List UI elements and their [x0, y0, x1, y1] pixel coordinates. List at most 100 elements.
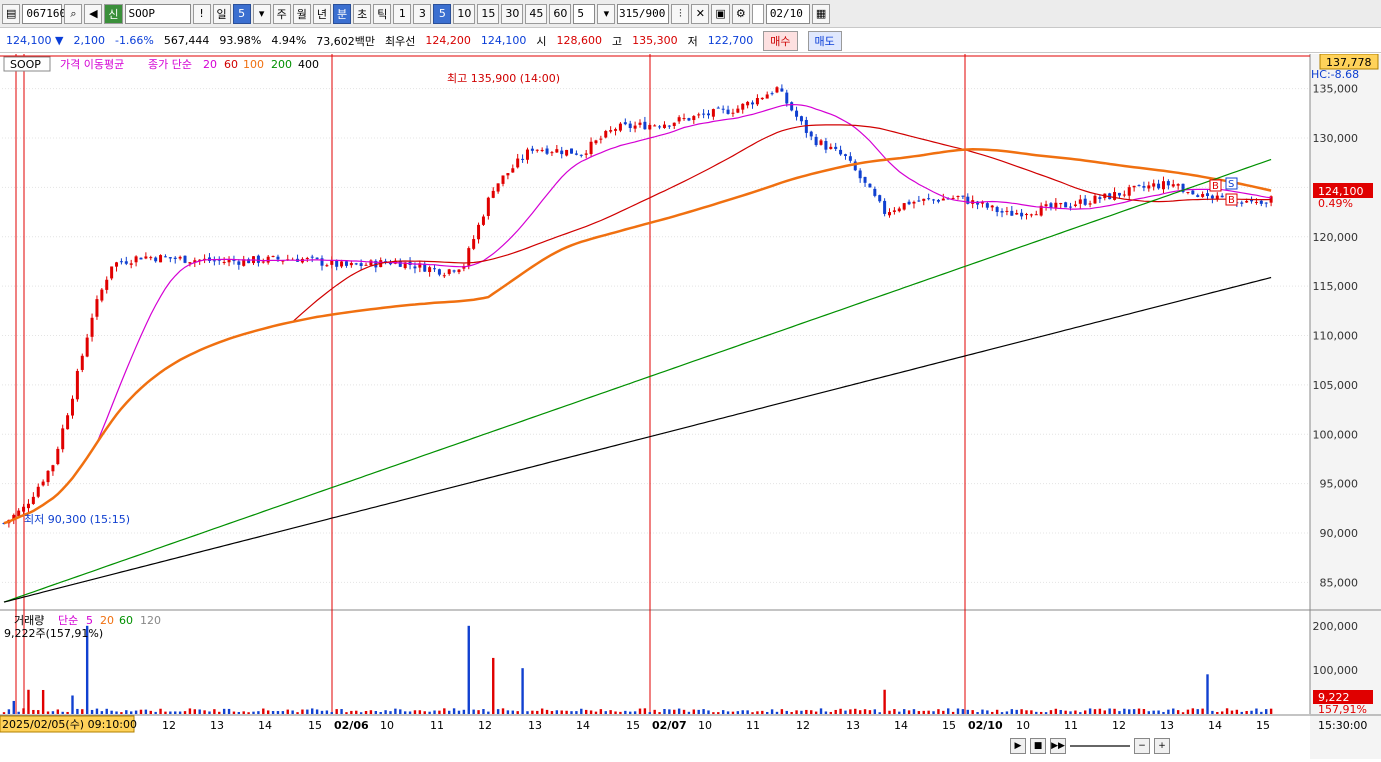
volume-bar: [1191, 708, 1195, 714]
candle-body: [183, 255, 187, 263]
period-year-button[interactable]: 년: [312, 3, 332, 24]
volume-bar: [937, 709, 940, 714]
candle-type-icon[interactable]: ⫶: [671, 3, 690, 24]
crosshair-icon[interactable]: ✕: [691, 3, 710, 24]
candle-body: [159, 255, 163, 263]
volume-bar: [898, 711, 901, 714]
interval-input[interactable]: 5: [573, 3, 596, 24]
candle-body: [799, 116, 803, 122]
interval-15-button[interactable]: 15: [477, 3, 500, 24]
interval-30-button[interactable]: 30: [501, 3, 524, 24]
candle-body: [530, 148, 534, 151]
menu-icon[interactable]: ▤: [2, 3, 21, 24]
candle-body: [1210, 195, 1214, 199]
volume-bar: [580, 708, 583, 714]
period-day-button[interactable]: 일: [212, 3, 231, 24]
volume-bar: [1113, 708, 1116, 714]
volume-bar: [71, 695, 74, 714]
price-chart[interactable]: 135,000130,000125,000120,000115,000110,0…: [0, 53, 1381, 759]
candle-body: [481, 216, 485, 225]
volume-bar: [340, 709, 343, 714]
candle-body: [570, 148, 574, 154]
date-checkbox[interactable]: [751, 3, 764, 24]
volume-bar: [638, 708, 642, 714]
volume-bar: [907, 710, 911, 714]
alert-button[interactable]: !: [192, 3, 211, 24]
candle-body: [643, 121, 647, 130]
period-second-button[interactable]: 초: [353, 3, 372, 24]
interval-1-button[interactable]: 1: [393, 3, 412, 24]
period-minute-button[interactable]: 분: [333, 3, 352, 24]
date-field[interactable]: 02/10: [765, 3, 810, 24]
candle-body: [36, 486, 40, 497]
candle-body: [1059, 203, 1063, 205]
candle-body: [349, 262, 353, 266]
interval-dropdown-icon[interactable]: ▾: [597, 3, 616, 24]
x-tick-label: 13: [846, 719, 860, 732]
volume-bar: [345, 712, 348, 714]
candle-body: [1196, 195, 1200, 197]
volume-bar: [438, 710, 441, 714]
calendar-icon[interactable]: ▦: [811, 3, 831, 24]
y-tick-label: 135,000: [1313, 83, 1359, 96]
legend-name: SOOP: [10, 58, 41, 71]
save-icon[interactable]: ▣: [711, 3, 730, 24]
stock-name-field[interactable]: SOOP: [124, 3, 191, 24]
dropdown-icon[interactable]: ▾: [252, 3, 271, 24]
count-field[interactable]: 315/900: [617, 3, 670, 24]
legend-period-200: 200: [271, 58, 292, 71]
top-price-text: 137,778: [1326, 56, 1372, 69]
volume-bar: [1044, 712, 1048, 714]
zoom-in-icon[interactable]: +: [1154, 738, 1170, 754]
period-interval-button[interactable]: 5: [232, 3, 251, 24]
period-tick-button[interactable]: 틱: [373, 3, 392, 24]
interval-5-button[interactable]: 5: [433, 3, 452, 24]
scroll-right-icon[interactable]: ▶: [1010, 738, 1026, 754]
volume-bar: [169, 711, 172, 714]
volume-bar: [893, 709, 896, 714]
volume-bar: [1108, 708, 1111, 714]
toolbar: ▤ 067160 ⌕ ◀ 신 SOOP ! 일 5 ▾ 주 월 년 분 초 틱 …: [0, 0, 1381, 28]
volume-bar: [761, 710, 764, 714]
new-badge: 신: [104, 3, 123, 24]
candle-body: [428, 267, 432, 273]
gear-icon[interactable]: ⚙: [731, 3, 750, 24]
candle-body: [692, 116, 696, 121]
interval-3-button[interactable]: 3: [413, 3, 432, 24]
stop-icon[interactable]: ■: [1030, 738, 1046, 754]
y-tick-label: 100,000: [1313, 428, 1359, 441]
chart-area[interactable]: 135,000130,000125,000120,000115,000110,0…: [0, 53, 1381, 759]
candle-body: [584, 153, 588, 155]
interval-10-button[interactable]: 10: [453, 3, 476, 24]
sell-button[interactable]: 매도: [807, 30, 842, 51]
volume-bar: [266, 710, 270, 714]
fast-forward-icon[interactable]: ▶▶: [1050, 738, 1066, 754]
interval-45-button[interactable]: 45: [525, 3, 548, 24]
sound-icon[interactable]: ◀: [84, 3, 103, 24]
volume-bar: [306, 709, 309, 714]
buy-button[interactable]: 매수: [763, 30, 798, 51]
x-tick-label: 15: [1256, 719, 1270, 732]
zoom-out-icon[interactable]: −: [1134, 738, 1150, 754]
volume-bar: [540, 708, 544, 714]
x-tick-label: 12: [1112, 719, 1126, 732]
time-label: 15:30:00: [1318, 719, 1367, 732]
stock-code-input[interactable]: 067160: [22, 3, 66, 24]
best-ask: 124,200: [425, 34, 471, 47]
candle-body: [897, 208, 901, 212]
interval-60-button[interactable]: 60: [549, 3, 572, 24]
volume-bar: [951, 711, 955, 714]
volume-bar: [1137, 708, 1141, 714]
current-price: 124,100 ▼: [6, 34, 64, 47]
x-tick-label: 13: [1160, 719, 1174, 732]
period-month-button[interactable]: 월: [292, 3, 311, 24]
volume-legend-type: 단순: [58, 614, 78, 627]
volume-bar: [1245, 710, 1248, 714]
zoom-slider[interactable]: [1070, 745, 1130, 747]
volume-bar: [653, 709, 656, 714]
period-week-button[interactable]: 주: [272, 3, 291, 24]
candle-body: [985, 203, 989, 208]
search-icon[interactable]: ⌕: [64, 3, 83, 24]
candle-body: [511, 168, 515, 173]
candle-body: [119, 261, 123, 263]
